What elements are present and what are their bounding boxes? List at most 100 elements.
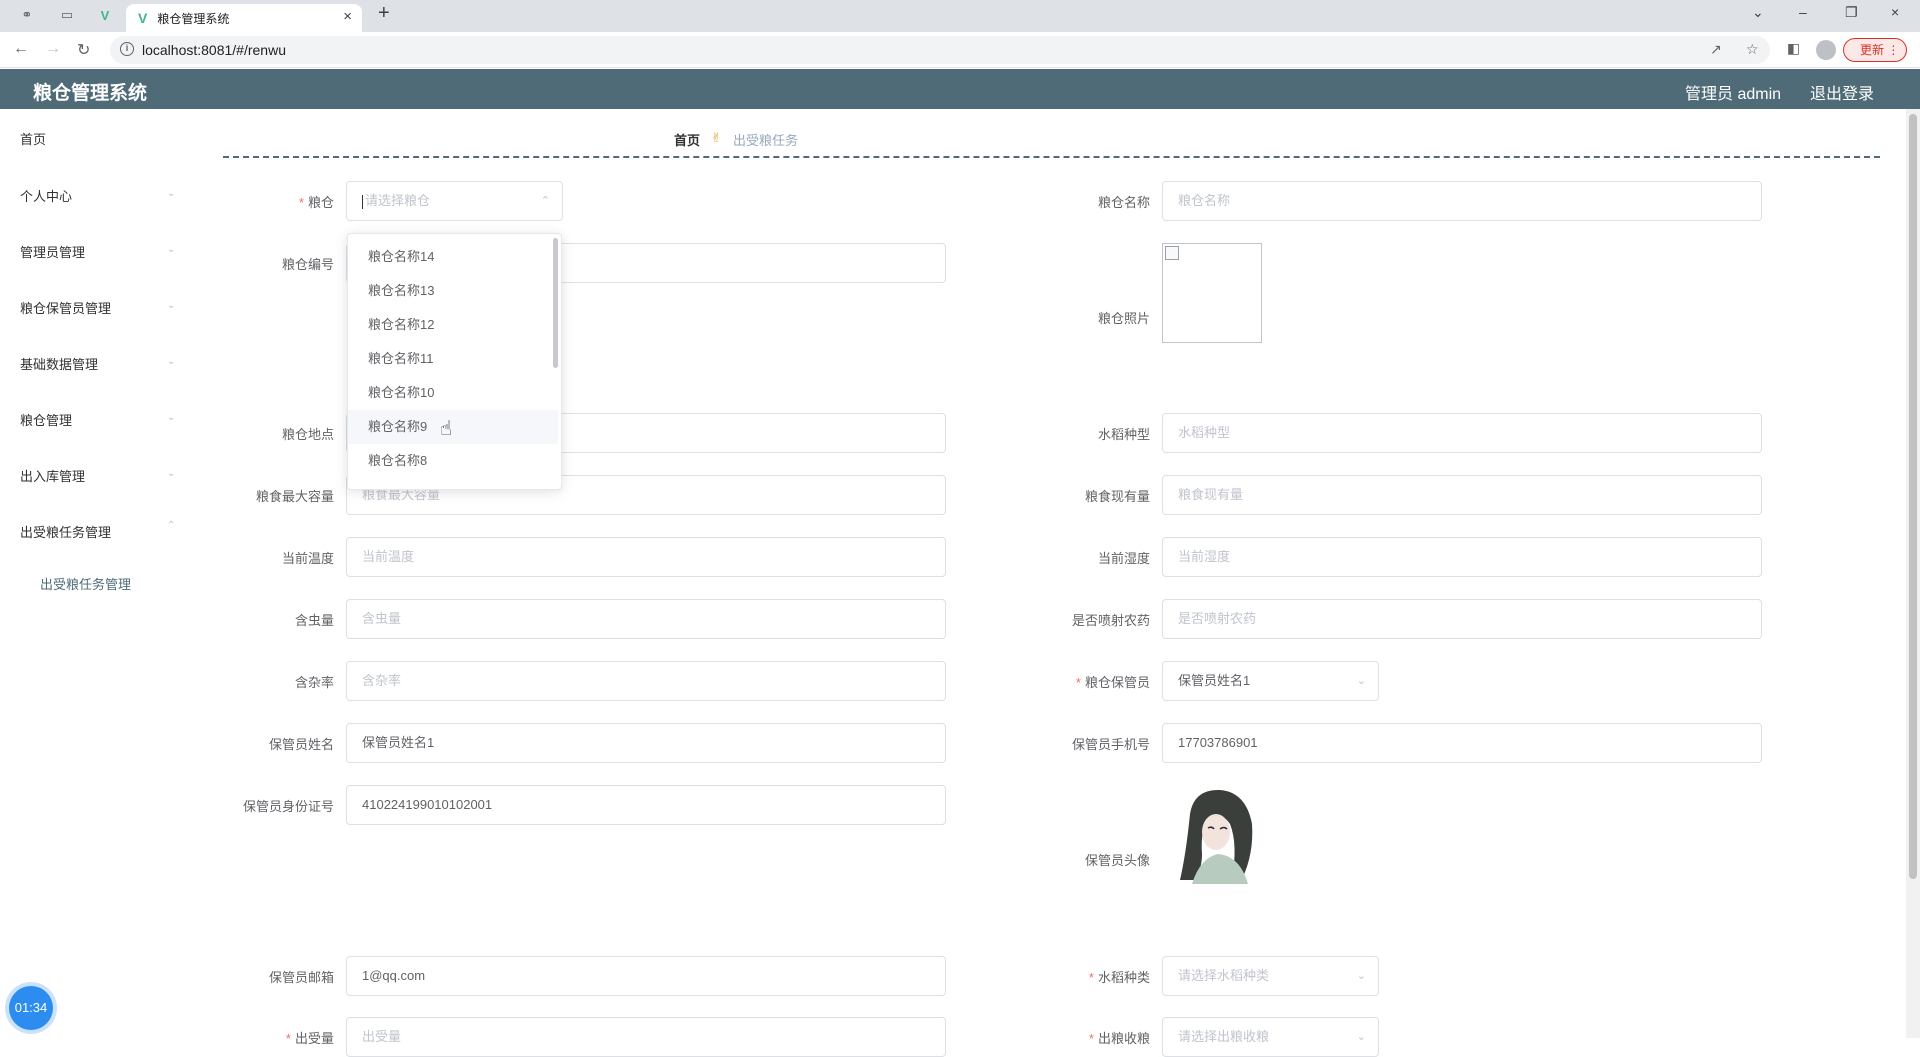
sidebar-item-profile[interactable]: 个人中心: [20, 186, 72, 205]
app-title: 粮仓管理系统: [33, 83, 148, 104]
omnibox[interactable]: i localhost:8081/#/renwu ↗ ☆: [110, 36, 1770, 64]
sidebar-item-admin[interactable]: 管理员管理: [20, 242, 85, 261]
timer-badge: 01:34: [9, 986, 53, 1030]
keeper-id-input[interactable]: 410224199010102001: [346, 785, 946, 825]
label-current-amount: 粮食现有量: [1084, 489, 1150, 504]
dropdown-option-hovered[interactable]: 粮仓名称9: [348, 410, 558, 444]
liangcang-select[interactable]: 请选择粮仓 ⌃: [346, 181, 563, 221]
chevron-down-icon: ⌄: [167, 188, 176, 199]
impurity-input[interactable]: 含杂率: [346, 661, 946, 701]
keeper-email-input[interactable]: 1@qq.com: [346, 956, 946, 996]
site-info-icon[interactable]: i: [120, 42, 134, 56]
label-impurity: 含杂率: [294, 675, 334, 690]
broken-image-icon: [1165, 246, 1179, 260]
page-scrollbar-thumb[interactable]: [1909, 114, 1917, 879]
chevron-up-icon: ⌃: [540, 195, 550, 207]
reload-icon[interactable]: ↻: [77, 40, 90, 60]
temperature-input[interactable]: 当前温度: [346, 537, 946, 577]
forward-icon[interactable]: →: [45, 40, 61, 58]
address-bar: ← → ↻ i localhost:8081/#/renwu ↗ ☆: [0, 32, 1920, 68]
liangcang-dropdown: 粮仓名称14 粮仓名称13 粮仓名称12 粮仓名称11 粮仓名称10 粮仓名称9…: [347, 233, 562, 490]
sidebar-item-task[interactable]: 出受粮任务管理: [20, 522, 111, 541]
chevron-down-icon: ⌄: [1356, 675, 1366, 687]
keeper-avatar-image: [1172, 784, 1260, 884]
label-keeper-name: 保管员姓名: [268, 737, 334, 752]
tab-title: 粮仓管理系统: [157, 11, 230, 26]
profile-avatar[interactable]: [1816, 40, 1836, 60]
label-keeper-avatar: 保管员头像: [1084, 853, 1150, 868]
label-keeper-email: 保管员邮箱: [268, 970, 334, 985]
keeper-phone-input[interactable]: 17703786901: [1162, 723, 1762, 763]
sidebar-item-granary[interactable]: 粮仓管理: [20, 410, 72, 429]
update-button[interactable]: 更新 ⋮: [1843, 38, 1907, 62]
breadcrumb-home[interactable]: 首页: [674, 130, 700, 149]
sidebar-item-basedata[interactable]: 基础数据管理: [20, 354, 98, 373]
keeper-name-input[interactable]: 保管员姓名1: [346, 723, 946, 763]
rice-type-input[interactable]: 水稻种型: [1162, 413, 1762, 453]
globe-icon[interactable]: ⚭: [16, 4, 38, 26]
vue-tab-icon[interactable]: V: [94, 4, 116, 26]
hand-icon: ✌: [711, 130, 722, 145]
url-text[interactable]: localhost:8081/#/renwu: [142, 42, 286, 58]
restore-icon[interactable]: ❐: [1845, 4, 1858, 21]
sidebar-subitem-task[interactable]: 出受粮任务管理: [40, 574, 131, 593]
dropdown-option[interactable]: 粮仓名称11: [348, 342, 558, 376]
current-user: 管理员 admin: [1685, 86, 1782, 103]
dropdown-scrollbar[interactable]: [553, 238, 558, 368]
humidity-input[interactable]: 当前湿度: [1162, 537, 1762, 577]
active-tab[interactable]: V 粮仓管理系统 ×: [126, 4, 362, 32]
chevron-down-icon: ⌄: [167, 244, 176, 255]
sidebar-item-home[interactable]: 首页: [20, 129, 46, 148]
back-icon[interactable]: ←: [13, 40, 29, 58]
minimize-icon[interactable]: –: [1799, 4, 1807, 20]
dropdown-option[interactable]: 粮仓名称8: [348, 444, 558, 478]
divider: [223, 156, 1880, 158]
blank-tab-icon[interactable]: ▭: [56, 4, 78, 26]
dropdown-option[interactable]: 粮仓名称12: [348, 308, 558, 342]
keeper-select[interactable]: 保管员姓名1 ⌄: [1162, 661, 1379, 701]
logout-button[interactable]: 退出登录: [1810, 80, 1874, 104]
liangcang-name-input[interactable]: 粮仓名称: [1162, 181, 1762, 221]
app-header: 粮仓管理系统 管理员 admin 退出登录: [0, 69, 1920, 109]
dropdown-option[interactable]: 粮仓名称13: [348, 274, 558, 308]
window-close-icon[interactable]: ×: [1891, 4, 1899, 20]
sidebar-item-inout[interactable]: 出入库管理: [20, 466, 85, 485]
label-max-capacity: 粮食最大容量: [255, 489, 334, 504]
breadcrumb-current: 出受粮任务: [733, 133, 799, 148]
browser-tabstrip: ⚭ ▭ V V 粮仓管理系统 × + ⌄ – ❐ ×: [0, 0, 1920, 32]
chevron-down-icon: ⌄: [167, 468, 176, 479]
label-rice-type: 水稻种型: [1097, 427, 1150, 442]
bookmark-star-icon[interactable]: ☆: [1746, 41, 1759, 58]
insects-input[interactable]: 含虫量: [346, 599, 946, 639]
label-liangcang: * 粮仓: [298, 195, 334, 210]
label-keeper-select: * 粮仓保管员: [1075, 675, 1150, 690]
dropdown-option[interactable]: 粮仓名称14: [348, 240, 558, 274]
label-temperature: 当前温度: [281, 551, 334, 566]
tab-search-icon[interactable]: ⌄: [1752, 4, 1764, 21]
chevron-down-icon: ⌄: [1356, 1031, 1366, 1043]
vue-logo-icon: V: [138, 10, 148, 26]
side-panel-icon[interactable]: ◧: [1787, 40, 1800, 57]
current-amount-input[interactable]: 粮食现有量: [1162, 475, 1762, 515]
out-amount-input[interactable]: 出受量: [346, 1017, 946, 1057]
label-rice-kind: * 水稻种类: [1088, 970, 1150, 985]
liangcang-photo-image: [1162, 243, 1262, 343]
chevron-up-icon: ⌃: [167, 520, 176, 531]
label-pesticide: 是否喷射农药: [1071, 613, 1150, 628]
label-liangcang-name: 粮仓名称: [1097, 195, 1150, 210]
label-location: 粮仓地点: [281, 427, 334, 442]
out-type-select[interactable]: 请选择出粮收粮 ⌄: [1162, 1017, 1379, 1057]
tab-close-icon[interactable]: ×: [343, 8, 352, 25]
chevron-down-icon: ⌄: [167, 412, 176, 423]
share-icon[interactable]: ↗: [1710, 41, 1722, 58]
chevron-down-icon: ⌄: [1356, 970, 1366, 982]
page-scrollbar[interactable]: [1906, 109, 1920, 1038]
pesticide-input[interactable]: 是否喷射农药: [1162, 599, 1762, 639]
sidebar-item-keeper[interactable]: 粮仓保管员管理: [20, 298, 111, 317]
new-tab-icon[interactable]: +: [378, 2, 390, 25]
label-liangcang-code: 粮仓编号: [281, 257, 334, 272]
hand-cursor-icon: ☝: [440, 418, 453, 440]
label-liangcang-photo: 粮仓照片: [1097, 311, 1150, 326]
rice-kind-select[interactable]: 请选择水稻种类 ⌄: [1162, 956, 1379, 996]
dropdown-option[interactable]: 粮仓名称10: [348, 376, 558, 410]
